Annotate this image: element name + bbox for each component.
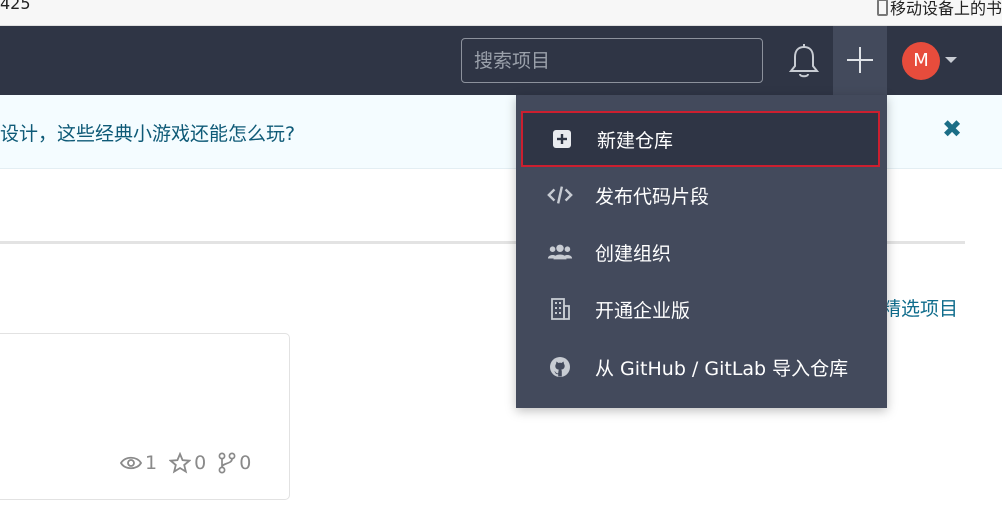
browser-bookmark-bar: 425 移动设备上的书 (0, 0, 1002, 26)
fork-count: 0 (239, 452, 252, 474)
create-menu-button[interactable] (833, 26, 887, 95)
menu-item-label: 创建组织 (595, 242, 672, 265)
star-stat[interactable]: 0 (169, 452, 206, 474)
github-icon (547, 356, 573, 378)
close-icon[interactable]: ✖ (942, 115, 962, 143)
announcement-link[interactable]: 设计，这些经典小游戏还能怎么玩? (0, 119, 295, 146)
plus-square-icon (549, 129, 575, 149)
bookmark-text[interactable]: 425 (0, 0, 31, 13)
watch-count: 1 (145, 452, 158, 474)
avatar[interactable]: M (902, 42, 940, 80)
mobile-bookmarks[interactable]: 移动设备上的书 (876, 0, 1002, 19)
eye-icon (120, 456, 142, 470)
chevron-down-icon[interactable] (945, 57, 957, 63)
mobile-bookmarks-label: 移动设备上的书 (889, 0, 1002, 18)
phone-icon (876, 0, 888, 16)
top-navbar: M (0, 26, 1002, 95)
project-stats: 1 0 0 (120, 452, 259, 474)
featured-projects-link[interactable]: 精选项目 (882, 294, 958, 321)
search-input[interactable] (461, 38, 763, 83)
project-card[interactable] (0, 333, 290, 500)
fork-icon (218, 452, 236, 474)
star-count: 0 (194, 452, 207, 474)
plus-icon (847, 47, 873, 73)
bell-icon[interactable] (787, 42, 821, 82)
menu-item-label: 从 GitHub / GitLab 导入仓库 (595, 357, 849, 380)
menu-item-label: 开通企业版 (595, 299, 691, 322)
building-icon (547, 298, 573, 320)
watch-stat[interactable]: 1 (120, 452, 157, 474)
menu-item-publish-snippet[interactable]: 发布代码片段 (516, 167, 887, 223)
users-icon (547, 242, 573, 262)
menu-item-label: 新建仓库 (597, 129, 674, 152)
code-icon (547, 184, 573, 206)
menu-item-create-organization[interactable]: 创建组织 (516, 224, 887, 280)
menu-item-new-repository[interactable]: 新建仓库 (521, 111, 880, 167)
menu-item-enterprise[interactable]: 开通企业版 (516, 281, 887, 337)
menu-item-import-repository[interactable]: 从 GitHub / GitLab 导入仓库 (516, 339, 887, 395)
create-dropdown-menu: 新建仓库 发布代码片段 创建组织 开通企业版 从 GitHub / GitLab… (516, 95, 887, 408)
menu-item-label: 发布代码片段 (595, 185, 710, 208)
fork-stat[interactable]: 0 (218, 452, 251, 474)
star-icon (169, 452, 192, 474)
